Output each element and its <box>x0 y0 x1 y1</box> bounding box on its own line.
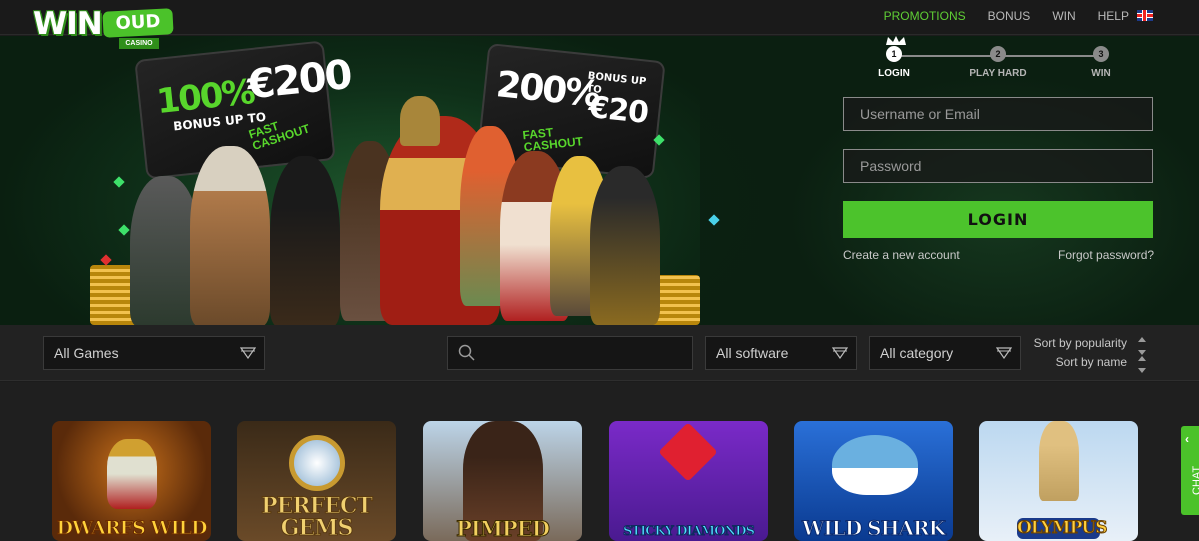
sort-down-icon[interactable] <box>1137 365 1147 375</box>
select-value: All category <box>880 345 954 361</box>
logo-sub-text: CASINO <box>119 38 159 49</box>
select-value: All software <box>716 345 789 361</box>
green-gem-icon <box>653 134 665 146</box>
username-input[interactable] <box>843 97 1153 131</box>
step-number: 2 <box>990 46 1006 62</box>
step-label: LOGIN <box>878 68 910 79</box>
top-bar: PROMOTIONS BONUS WIN HELP <box>0 0 1199 35</box>
zeus-character <box>190 146 270 325</box>
games-type-select[interactable]: All Games <box>43 336 265 370</box>
chat-label: CHAT <box>1191 465 1199 495</box>
step-login: 1 LOGIN <box>854 46 934 79</box>
game-tile[interactable]: OLYMPUS <box>979 421 1138 541</box>
select-value: All Games <box>54 345 119 361</box>
game-tile[interactable]: PERFECT GEMS <box>237 421 396 541</box>
chevron-down-icon <box>832 347 848 359</box>
password-input[interactable] <box>843 149 1153 183</box>
nav-help[interactable]: HELP <box>1098 9 1129 23</box>
game-tile[interactable]: DWARFS WILD <box>52 421 211 541</box>
uk-flag-icon[interactable] <box>1137 10 1153 21</box>
green-gem-icon <box>113 176 125 188</box>
game-title: OLYMPUS <box>1017 518 1108 539</box>
chevron-left-icon: ‹ <box>1185 432 1189 446</box>
forgot-password-link[interactable]: Forgot password? <box>1058 248 1154 262</box>
sort-by-popularity[interactable]: Sort by popularity <box>1034 336 1127 350</box>
logo-accent-text: OUD <box>102 8 174 38</box>
dwarf-figure <box>107 439 157 509</box>
diamond-icon <box>658 422 718 482</box>
crown-icon <box>886 36 906 45</box>
game-filter-bar: All Games All software All category Sort… <box>0 325 1199 381</box>
zeus-figure <box>1039 421 1079 501</box>
step-win: 3 WIN <box>1061 46 1141 79</box>
search-icon <box>458 344 475 361</box>
nav-bonus[interactable]: BONUS <box>988 9 1031 23</box>
game-title: STICKY DIAMONDS <box>623 524 756 539</box>
main-nav: PROMOTIONS BONUS WIN HELP <box>884 0 1129 32</box>
game-search[interactable] <box>447 336 693 370</box>
search-input[interactable] <box>484 337 684 369</box>
game-tile[interactable]: PIMPED <box>423 421 582 541</box>
game-tile[interactable]: STICKY DIAMONDS <box>609 421 768 541</box>
step-play-hard: 2 PLAY HARD <box>958 46 1038 79</box>
game-title: PERFECT GEMS <box>261 493 374 541</box>
sort-by-name[interactable]: Sort by name <box>1056 355 1127 369</box>
troll-character <box>400 96 440 146</box>
shark-figure <box>832 435 918 495</box>
step-label: WIN <box>1091 68 1111 79</box>
green-gem-icon <box>118 224 130 236</box>
blue-gem-icon <box>708 214 720 226</box>
nav-win[interactable]: WIN <box>1052 9 1075 23</box>
chevron-down-icon <box>996 347 1012 359</box>
chat-tab[interactable]: ‹ CHAT <box>1181 426 1199 515</box>
sort-up-icon[interactable] <box>1137 336 1147 346</box>
horned-warrior-character <box>590 166 660 325</box>
step-number: 1 <box>886 46 902 62</box>
category-select[interactable]: All category <box>869 336 1021 370</box>
game-title: DWARFS WILD <box>56 517 208 539</box>
logo-main-text: WIN <box>33 6 103 42</box>
hero-characters-illustration <box>80 96 720 325</box>
sort-up-icon[interactable] <box>1137 355 1147 365</box>
step-label: PLAY HARD <box>969 68 1027 79</box>
game-title: PIMPED <box>456 516 551 541</box>
red-gem-icon <box>100 254 112 266</box>
gem-frame-icon <box>289 435 345 491</box>
game-title: WILD SHARK <box>801 516 946 540</box>
dark-lady-character <box>270 156 340 325</box>
login-button[interactable]: LOGIN <box>843 201 1153 238</box>
chevron-down-icon <box>240 347 256 359</box>
nav-promotions[interactable]: PROMOTIONS <box>884 9 966 23</box>
logo[interactable]: WIN OUD CASINO <box>33 4 175 50</box>
hero-banner: 100% €200 BONUS UP TO FAST CASHOUT 200% B… <box>0 36 1199 325</box>
login-steps: 1 LOGIN 2 PLAY HARD 3 WIN <box>878 46 1120 86</box>
game-tile[interactable]: WILD SHARK <box>794 421 953 541</box>
create-account-link[interactable]: Create a new account <box>843 248 960 262</box>
step-number: 3 <box>1093 46 1109 62</box>
software-select[interactable]: All software <box>705 336 857 370</box>
games-grid: DWARFS WILD PERFECT GEMS PIMPED STICKY D… <box>0 382 1199 541</box>
